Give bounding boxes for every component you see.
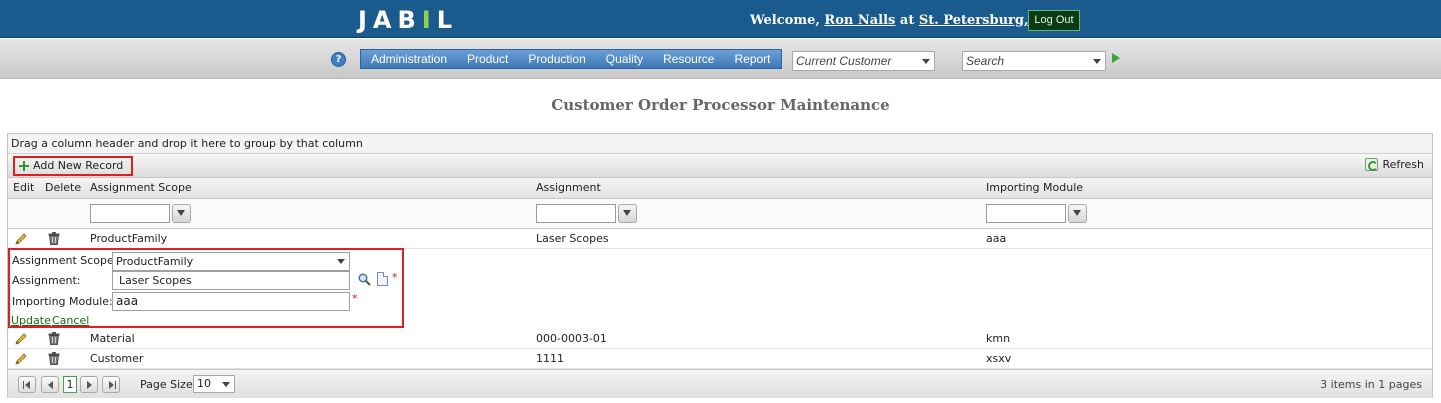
pager-info: 3 items in 1 pages [1320, 377, 1422, 392]
pencil-edit-icon[interactable] [14, 232, 28, 246]
chevron-down-icon [337, 259, 345, 264]
pencil-edit-icon[interactable] [14, 332, 28, 346]
importing-module-value: aaa [116, 294, 139, 308]
cell-assignment: 1111 [536, 352, 564, 365]
refresh-button[interactable]: Refresh [1365, 158, 1424, 171]
menu-production[interactable]: Production [518, 50, 595, 68]
page-title: Customer Order Processor Maintenance [551, 96, 890, 114]
menu-report[interactable]: Report [724, 50, 780, 68]
chevron-down-icon [922, 59, 930, 64]
grid-header-row: Edit Delete Assignment Scope Assignment … [8, 178, 1432, 199]
add-new-record-label: Add New Record [33, 159, 124, 172]
filter-input-assignment[interactable] [536, 204, 616, 223]
at-label: at [899, 13, 915, 28]
assignment-input[interactable]: Laser Scopes [112, 271, 350, 290]
page-number-button[interactable]: 1 [63, 376, 77, 393]
go-arrow-icon[interactable] [1112, 53, 1120, 63]
chevron-down-icon [222, 382, 230, 387]
cell-importing-module: aaa [986, 232, 1007, 245]
column-header-assignment-scope[interactable]: Assignment Scope [90, 178, 192, 198]
update-link[interactable]: Update [11, 314, 51, 327]
page-size-value: 10 [197, 377, 211, 390]
filter-icon[interactable] [618, 204, 637, 223]
welcome-text: Welcome, Ron Nalls at St. Petersburg, FL [750, 13, 1051, 28]
chevron-down-icon [1093, 59, 1101, 64]
cell-assignment-scope: ProductFamily [90, 232, 168, 245]
column-header-edit: Edit [13, 181, 35, 194]
menu-administration[interactable]: Administration [361, 50, 457, 68]
logout-button[interactable]: Log Out [1028, 10, 1080, 31]
table-row: Customer 1111 xsxv [8, 349, 1432, 369]
cell-assignment-scope: Customer [90, 352, 144, 365]
cell-assignment-scope: Material [90, 332, 135, 345]
filter-icon[interactable] [172, 204, 191, 223]
importing-module-label: Importing Module: [12, 295, 113, 308]
items-in-label: items in [1330, 378, 1375, 391]
grid-command-bar: Add New Record Refresh [8, 154, 1432, 178]
records-grid: Drag a column header and drop it here to… [7, 133, 1433, 398]
nav-bar: ? Administration Product Production Qual… [0, 39, 1441, 79]
page-size-label: Page Size: [140, 378, 197, 391]
add-new-record-button[interactable]: Add New Record [13, 156, 134, 176]
menu-product[interactable]: Product [457, 50, 518, 68]
grid-pager: 1 Page Size: 10 3 items in 1 pages [8, 369, 1432, 398]
pages-label: pages [1388, 378, 1422, 391]
assignment-scope-value: ProductFamily [116, 255, 194, 268]
table-row: Material 000-0003-01 kmn [8, 329, 1432, 349]
help-icon[interactable]: ? [331, 52, 346, 67]
menu-quality[interactable]: Quality [596, 50, 653, 68]
last-page-icon[interactable] [102, 376, 120, 393]
column-header-delete: Delete [45, 181, 82, 194]
assignment-value: Laser Scopes [119, 274, 192, 287]
filter-icon[interactable] [1068, 204, 1087, 223]
document-icon[interactable] [377, 272, 388, 286]
current-customer-value: Current Customer [796, 54, 892, 68]
cell-importing-module: xsxv [986, 352, 1012, 365]
column-header-importing-module[interactable]: Importing Module [986, 178, 1083, 198]
first-page-icon[interactable] [18, 376, 36, 393]
user-name-link[interactable]: Ron Nalls [824, 13, 895, 28]
filter-input-assignment-scope[interactable] [90, 204, 170, 223]
magnifier-search-icon[interactable] [358, 273, 371, 286]
next-page-icon[interactable] [80, 376, 98, 393]
main-menu: Administration Product Production Qualit… [360, 49, 782, 69]
cell-importing-module: kmn [986, 332, 1011, 345]
cancel-link[interactable]: Cancel [52, 314, 89, 327]
jabil-logo: JABIL [358, 6, 459, 34]
menu-resource[interactable]: Resource [653, 50, 724, 68]
pages-count: 1 [1378, 378, 1386, 391]
trash-delete-icon[interactable] [48, 352, 60, 365]
trash-delete-icon[interactable] [48, 232, 60, 245]
assignment-scope-select[interactable]: ProductFamily [112, 252, 350, 271]
importing-module-input[interactable]: aaa [112, 292, 350, 311]
group-by-panel[interactable]: Drag a column header and drop it here to… [8, 134, 1432, 154]
search-placeholder: Search [966, 54, 1005, 68]
filter-row [8, 199, 1432, 229]
inline-edit-form: Assignment Scope: ProductFamily Assignme… [8, 248, 404, 328]
page-size-select[interactable]: 10 [193, 375, 235, 393]
top-header-bar: JABIL Welcome, Ron Nalls at St. Petersbu… [0, 0, 1441, 38]
cell-assignment: 000-0003-01 [536, 332, 607, 345]
previous-page-icon[interactable] [41, 376, 59, 393]
search-combo[interactable]: Search [962, 51, 1106, 71]
filter-input-importing-module[interactable] [986, 204, 1066, 223]
column-header-assignment[interactable]: Assignment [536, 178, 601, 198]
refresh-label: Refresh [1382, 158, 1424, 171]
assignment-label: Assignment: [12, 274, 81, 287]
required-asterisk: * [352, 292, 358, 305]
welcome-prefix: Welcome, [750, 13, 820, 28]
table-row: ProductFamily Laser Scopes aaa [8, 229, 1432, 249]
cell-assignment: Laser Scopes [536, 232, 609, 245]
items-count: 3 [1320, 378, 1328, 391]
trash-delete-icon[interactable] [48, 332, 60, 345]
required-asterisk: * [392, 271, 398, 284]
assignment-scope-label: Assignment Scope: [12, 254, 118, 267]
pencil-edit-icon[interactable] [14, 352, 28, 366]
refresh-icon [1365, 158, 1379, 171]
current-customer-select[interactable]: Current Customer [792, 51, 935, 71]
plus-icon [19, 161, 29, 171]
